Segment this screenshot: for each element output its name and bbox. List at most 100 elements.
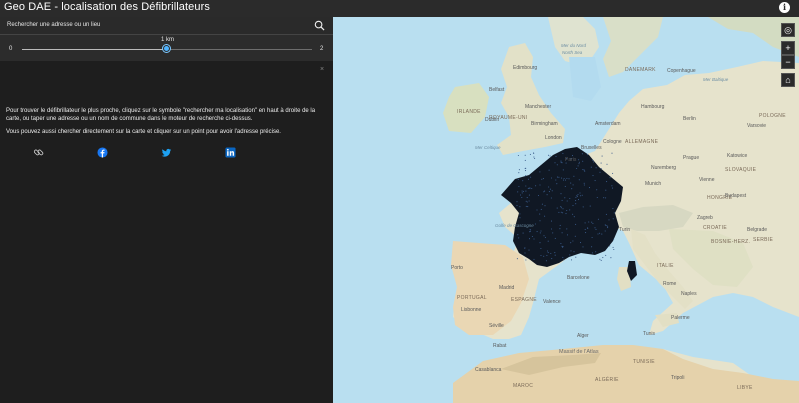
dae-point[interactable] bbox=[596, 196, 598, 199]
dae-point[interactable] bbox=[534, 157, 536, 159]
dae-point[interactable] bbox=[575, 203, 577, 205]
dae-point[interactable] bbox=[566, 177, 568, 179]
dae-point[interactable] bbox=[562, 245, 564, 248]
dae-point[interactable] bbox=[554, 237, 556, 239]
dae-point[interactable] bbox=[594, 180, 596, 182]
dae-point[interactable] bbox=[547, 240, 549, 242]
dae-point[interactable] bbox=[587, 227, 589, 229]
dae-point[interactable] bbox=[603, 197, 605, 199]
dae-point[interactable] bbox=[609, 245, 611, 247]
dae-point[interactable] bbox=[609, 177, 611, 179]
dae-point[interactable] bbox=[546, 254, 548, 257]
dae-point[interactable] bbox=[533, 156, 535, 158]
dae-point[interactable] bbox=[561, 245, 563, 247]
dae-point[interactable] bbox=[566, 209, 568, 212]
dae-point[interactable] bbox=[529, 153, 531, 155]
dae-point[interactable] bbox=[561, 232, 563, 234]
dae-point[interactable] bbox=[600, 162, 602, 164]
dae-point[interactable] bbox=[579, 195, 581, 197]
dae-point[interactable] bbox=[562, 256, 564, 258]
dae-point[interactable] bbox=[591, 221, 593, 223]
dae-point[interactable] bbox=[522, 232, 524, 234]
dae-point[interactable] bbox=[550, 228, 553, 230]
dae-point[interactable] bbox=[525, 205, 527, 207]
search-input[interactable]: Rechercher une adresse ou un lieu bbox=[7, 22, 100, 28]
dae-point[interactable] bbox=[589, 205, 591, 207]
dae-point[interactable] bbox=[573, 251, 575, 253]
dae-point[interactable] bbox=[612, 246, 614, 248]
dae-point[interactable] bbox=[548, 191, 550, 193]
map-view[interactable]: Mer du Nord North Sea DANEMARK Copenhagu… bbox=[333, 17, 799, 403]
dae-point[interactable] bbox=[574, 235, 576, 237]
dae-point[interactable] bbox=[588, 221, 590, 223]
dae-point[interactable] bbox=[572, 240, 574, 242]
dae-point[interactable] bbox=[601, 155, 603, 157]
dae-point[interactable] bbox=[525, 175, 527, 177]
link-icon[interactable] bbox=[33, 147, 44, 158]
dae-point[interactable] bbox=[556, 207, 558, 209]
dae-point[interactable] bbox=[600, 168, 602, 170]
dae-point[interactable] bbox=[544, 190, 546, 192]
dae-point[interactable] bbox=[525, 259, 527, 261]
close-icon[interactable]: × bbox=[320, 66, 324, 73]
dae-point[interactable] bbox=[550, 220, 553, 222]
dae-point[interactable] bbox=[585, 232, 587, 234]
dae-point[interactable] bbox=[521, 192, 523, 194]
dae-point[interactable] bbox=[570, 182, 572, 184]
dae-point[interactable] bbox=[604, 230, 606, 232]
dae-point[interactable] bbox=[537, 194, 540, 197]
dae-point[interactable] bbox=[605, 197, 607, 199]
dae-point[interactable] bbox=[565, 213, 567, 215]
dae-point[interactable] bbox=[563, 259, 565, 261]
dae-point[interactable] bbox=[592, 159, 594, 161]
dae-point[interactable] bbox=[582, 206, 584, 208]
dae-point[interactable] bbox=[613, 238, 615, 240]
dae-point[interactable] bbox=[530, 176, 532, 178]
dae-point[interactable] bbox=[564, 197, 566, 199]
dae-point[interactable] bbox=[540, 230, 542, 232]
dae-point[interactable] bbox=[518, 172, 520, 174]
dae-point[interactable] bbox=[583, 169, 585, 171]
dae-point[interactable] bbox=[601, 233, 603, 235]
dae-point[interactable] bbox=[569, 197, 571, 200]
dae-point[interactable] bbox=[544, 236, 546, 238]
dae-point[interactable] bbox=[584, 228, 586, 230]
dae-point[interactable] bbox=[605, 189, 607, 191]
dae-point[interactable] bbox=[547, 252, 549, 254]
dae-point[interactable] bbox=[560, 207, 562, 209]
dae-point[interactable] bbox=[612, 208, 614, 210]
dae-point[interactable] bbox=[592, 222, 594, 225]
dae-point[interactable] bbox=[578, 163, 580, 165]
dae-point[interactable] bbox=[581, 153, 583, 155]
dae-point[interactable] bbox=[575, 200, 577, 202]
dae-point[interactable] bbox=[575, 223, 577, 225]
dae-point[interactable] bbox=[546, 250, 549, 252]
dae-point[interactable] bbox=[573, 216, 575, 218]
dae-point[interactable] bbox=[570, 250, 572, 252]
dae-point[interactable] bbox=[559, 228, 561, 230]
dae-point[interactable] bbox=[560, 205, 562, 208]
dae-point[interactable] bbox=[524, 247, 526, 249]
dae-point[interactable] bbox=[562, 152, 564, 154]
dae-point[interactable] bbox=[577, 193, 579, 196]
dae-point[interactable] bbox=[560, 161, 562, 163]
dae-point[interactable] bbox=[518, 169, 520, 171]
dae-point[interactable] bbox=[522, 190, 524, 192]
dae-point[interactable] bbox=[607, 227, 609, 229]
dae-point[interactable] bbox=[540, 208, 542, 210]
dae-point[interactable] bbox=[599, 232, 601, 234]
dae-point[interactable] bbox=[578, 161, 580, 163]
dae-point[interactable] bbox=[558, 211, 560, 213]
dae-point[interactable] bbox=[611, 152, 613, 154]
dae-point[interactable] bbox=[533, 258, 535, 260]
slider-thumb[interactable] bbox=[163, 45, 170, 52]
dae-point[interactable] bbox=[586, 154, 589, 156]
dae-point[interactable] bbox=[555, 179, 557, 181]
dae-point[interactable] bbox=[555, 155, 557, 157]
dae-point[interactable] bbox=[591, 246, 593, 248]
dae-point[interactable] bbox=[599, 258, 601, 260]
dae-point[interactable] bbox=[597, 233, 599, 235]
dae-point[interactable] bbox=[596, 189, 598, 191]
dae-point[interactable] bbox=[536, 209, 538, 211]
dae-point[interactable] bbox=[590, 166, 592, 168]
